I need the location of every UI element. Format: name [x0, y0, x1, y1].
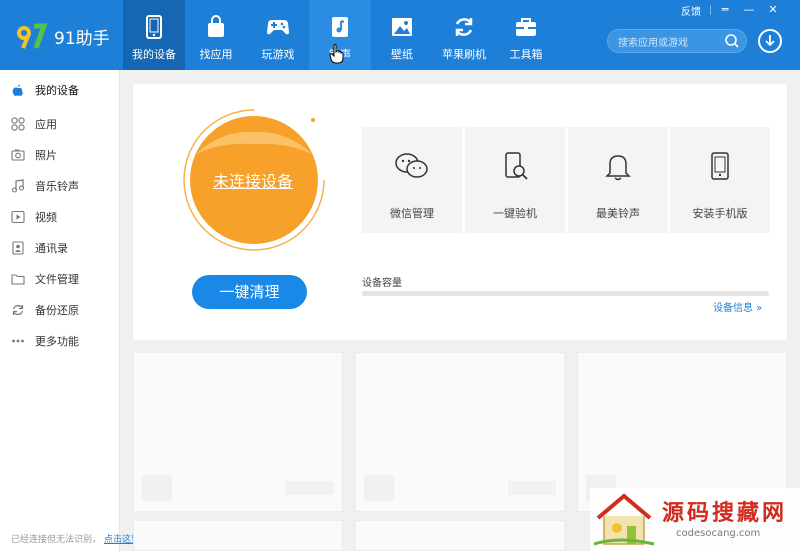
watermark-title: 源码搜藏网 [662, 500, 788, 526]
placeholder-button [286, 481, 334, 495]
more-icon [11, 334, 25, 348]
nav-label: 壁纸 [391, 48, 413, 61]
sidebar-item-7[interactable]: 备份还原 [0, 294, 119, 325]
sidebar-item-0[interactable]: 我的设备 [0, 74, 119, 105]
nav-games[interactable]: 玩游戏 [247, 0, 309, 70]
placeholder-card [133, 520, 343, 551]
download-button[interactable] [758, 29, 782, 53]
download-icon [765, 35, 775, 47]
bell-icon [605, 155, 631, 181]
hand-cursor-icon [329, 44, 344, 64]
sidebar-item-label: 我的设备 [35, 83, 79, 97]
sidebar-item-label: 视频 [35, 210, 57, 224]
sidebar-item-label: 文件管理 [35, 272, 79, 286]
tile-install-mobile[interactable]: 安装手机版 [670, 127, 770, 233]
contacts-icon [11, 240, 25, 255]
sidebar-item-label: 应用 [35, 117, 57, 131]
phone-icon [146, 15, 162, 39]
placeholder-card [133, 352, 343, 512]
placeholder-icon [364, 475, 394, 501]
sidebar-item-5[interactable]: 通讯录 [0, 232, 119, 263]
app-name: 91助手 [54, 28, 110, 49]
apps-grid-icon [11, 116, 25, 131]
music-icon [11, 178, 25, 193]
search-icon[interactable] [724, 33, 740, 49]
nav-flash[interactable]: 苹果刷机 [433, 0, 495, 70]
nav-find-apps[interactable]: 找应用 [185, 0, 247, 70]
top-navigation-bar: 91助手 我的设备 找应用 玩游戏 铃声 壁纸 苹果刷机 工具箱 反馈 ═ — … [0, 0, 800, 70]
one-click-clean-button[interactable]: 一键清理 [192, 275, 307, 309]
capacity-bar [362, 291, 769, 296]
camera-icon [11, 148, 25, 162]
bag-icon [208, 15, 224, 37]
sidebar-item-label: 照片 [35, 148, 57, 162]
sidebar-item-3[interactable]: 音乐铃声 [0, 170, 119, 201]
wechat-icon [395, 153, 428, 178]
logo-icon [14, 22, 48, 50]
minimize-button[interactable]: — [740, 3, 758, 16]
toolbox-icon [516, 18, 536, 36]
placeholder-card [355, 352, 565, 512]
nav-label: 工具箱 [509, 48, 543, 61]
apple-icon [11, 83, 25, 97]
placeholder-button [508, 481, 556, 495]
sidebar-item-2[interactable]: 照片 [0, 139, 119, 170]
sidebar-item-label: 音乐铃声 [35, 179, 79, 193]
tile-ringtones[interactable]: 最美铃声 [568, 127, 668, 233]
folder-icon [11, 272, 25, 286]
mobile-icon [711, 152, 729, 180]
search-box[interactable]: 搜索应用或游戏 [607, 29, 747, 53]
sidebar-item-1[interactable]: 应用 [0, 108, 119, 139]
sidebar-item-label: 通讯录 [35, 241, 68, 255]
search-input[interactable]: 搜索应用或游戏 [618, 34, 688, 49]
sidebar-item-4[interactable]: 视频 [0, 201, 119, 232]
device-info-link[interactable]: 设备信息 » [713, 299, 762, 314]
nav-label: 我的设备 [132, 48, 176, 61]
nav-wallpaper[interactable]: 壁纸 [371, 0, 433, 70]
sidebar-item-8[interactable]: 更多功能 [0, 325, 119, 356]
video-icon [11, 210, 25, 224]
capacity-label: 设备容量 [362, 278, 402, 289]
sidebar-item-label: 更多功能 [35, 334, 79, 348]
status-text: 已经连接但无法识别， [11, 535, 102, 545]
app-logo[interactable]: 91助手 [14, 22, 110, 50]
nav-label: 苹果刷机 [442, 48, 486, 61]
device-status-label[interactable]: 未连接设备 [182, 168, 324, 192]
tile-label: 微信管理 [390, 207, 434, 220]
backup-icon [11, 303, 25, 317]
placeholder-card [355, 520, 565, 551]
menu-button[interactable]: ═ [716, 3, 734, 16]
nav-my-device[interactable]: 我的设备 [123, 0, 185, 70]
tile-wechat[interactable]: 微信管理 [362, 127, 462, 233]
tile-label: 一键验机 [493, 207, 537, 220]
close-button[interactable]: ✕ [764, 3, 782, 16]
music-note-icon [332, 17, 348, 37]
watermark-url: codesocang.com [676, 528, 761, 539]
image-icon [392, 18, 412, 36]
feedback-link[interactable]: 反馈 [681, 3, 701, 18]
phone-check-icon [505, 152, 528, 180]
sidebar-item-label: 备份还原 [35, 303, 79, 317]
nav-label: 找应用 [199, 48, 233, 61]
sidebar-item-6[interactable]: 文件管理 [0, 263, 119, 294]
nav-label: 玩游戏 [261, 48, 295, 61]
refresh-icon [455, 18, 473, 36]
placeholder-icon [142, 475, 172, 501]
nav-toolbox[interactable]: 工具箱 [495, 0, 557, 70]
gamepad-icon [267, 20, 289, 35]
tile-label: 安装手机版 [692, 207, 748, 220]
divider [710, 5, 711, 15]
status-bar: 已经连接但无法识别， 点击这里 [11, 532, 140, 545]
tile-phone-check[interactable]: 一键验机 [465, 127, 565, 233]
tile-label: 最美铃声 [596, 207, 640, 220]
